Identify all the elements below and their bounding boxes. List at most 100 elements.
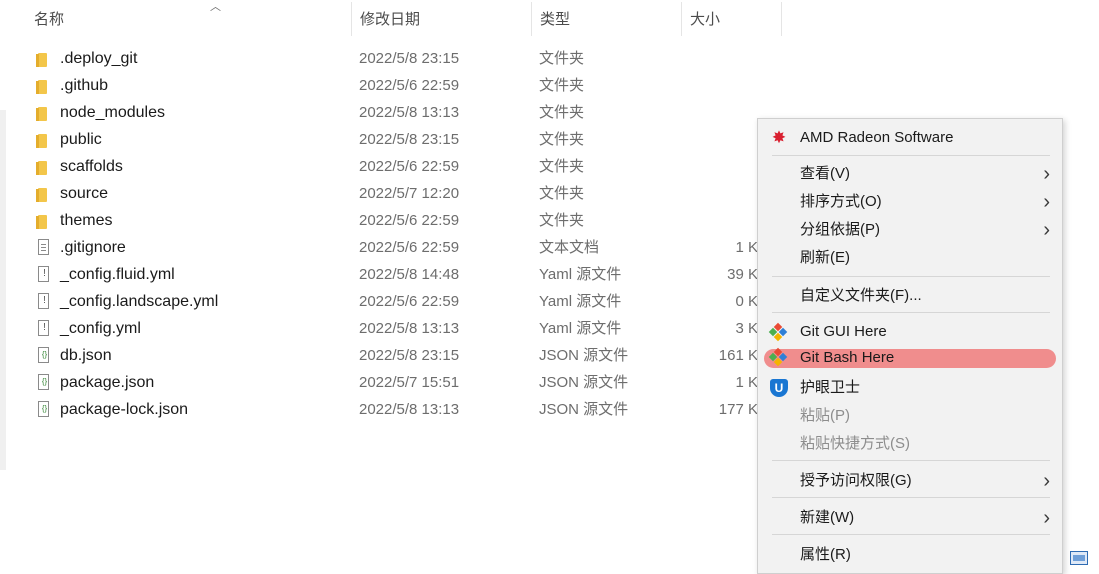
menu-item-git-bash[interactable]: Git Bash Here <box>758 346 1062 374</box>
column-name-label: 名称 <box>34 11 65 28</box>
file-modified: 2022/5/8 13:13 <box>359 104 460 121</box>
file-name: source <box>60 185 109 202</box>
menu-separator <box>772 534 1050 535</box>
file-type: 文件夹 <box>539 212 585 229</box>
menu-item-label: 属性(R) <box>800 546 851 563</box>
chevron-right-icon: › <box>1043 219 1050 241</box>
file-type: Yaml 源文件 <box>539 293 622 310</box>
file-modified: 2022/5/8 13:13 <box>359 320 460 337</box>
menu-item-new[interactable]: 新建(W) › <box>758 504 1062 532</box>
file-type: 文件夹 <box>539 158 585 175</box>
file-name: node_modules <box>60 104 165 121</box>
file-row[interactable]: {} package-lock.json 2022/5/8 13:13 JSON 源文… <box>0 396 760 423</box>
folder-icon <box>36 185 52 203</box>
file-name: _config.yml <box>60 320 141 337</box>
file-modified: 2022/5/6 22:59 <box>359 212 460 229</box>
menu-item-paste-shortcut[interactable]: 粘贴快捷方式(S) <box>758 430 1062 458</box>
file-row[interactable]: {} db.json 2022/5/8 23:15 JSON 源文件 161 K <box>0 342 760 369</box>
file-row[interactable]: .gitignore 2022/5/6 22:59 文本文档 1 K <box>0 234 760 261</box>
file-modified: 2022/5/6 22:59 <box>359 77 460 94</box>
git-gui-icon <box>768 322 788 342</box>
menu-separator <box>772 497 1050 498</box>
menu-item-label: 粘贴(P) <box>800 407 850 424</box>
menu-item-sort-by[interactable]: 排序方式(O) › <box>758 188 1062 216</box>
file-row[interactable]: source 2022/5/7 12:20 文件夹 <box>0 180 760 207</box>
file-modified: 2022/5/7 12:20 <box>359 185 460 202</box>
file-type: 文件夹 <box>539 104 585 121</box>
file-modified: 2022/5/8 13:13 <box>359 401 460 418</box>
file-name: .deploy_git <box>60 50 138 67</box>
menu-item-group-by[interactable]: 分组依据(P) › <box>758 216 1062 244</box>
folder-icon <box>36 77 52 95</box>
menu-item-label: 刷新(E) <box>800 249 850 266</box>
menu-item-view[interactable]: 查看(V) › <box>758 160 1062 188</box>
file-row[interactable]: ! _config.fluid.yml 2022/5/8 14:48 Yaml 源文件… <box>0 261 760 288</box>
file-row[interactable]: ! _config.yml 2022/5/8 13:13 Yaml 源文件 3 K <box>0 315 760 342</box>
context-menu: ✸ AMD Radeon Software 查看(V) › 排序方式(O) › 分组依据(P… <box>757 118 1063 574</box>
menu-separator <box>772 276 1050 277</box>
file-modified: 2022/5/8 23:15 <box>359 50 460 67</box>
column-modified-label: 修改日期 <box>360 11 421 28</box>
file-type: 文本文档 <box>539 239 600 256</box>
menu-item-label: 授予访问权限(G) <box>800 472 912 489</box>
file-size: 177 K <box>718 401 758 418</box>
menu-separator <box>772 155 1050 156</box>
file-row[interactable]: ! _config.landscape.yml 2022/5/6 22:59 Yaml… <box>0 288 760 315</box>
file-modified: 2022/5/6 22:59 <box>359 239 460 256</box>
file-name: scaffolds <box>60 158 123 175</box>
menu-item-label: 护眼卫士 <box>800 379 861 396</box>
file-name: package.json <box>60 374 155 391</box>
menu-item-eye-guard[interactable]: U 护眼卫士 <box>758 374 1062 402</box>
column-header: 名称 ︿ 修改日期 类型 大小 <box>0 0 783 38</box>
file-name: _config.landscape.yml <box>60 293 219 310</box>
folder-icon <box>36 212 52 230</box>
column-name-header[interactable]: 名称 ︿ <box>26 0 352 38</box>
file-size: 0 K <box>735 293 758 310</box>
menu-item-paste[interactable]: 粘贴(P) <box>758 402 1062 430</box>
file-name: .github <box>60 77 109 94</box>
menu-item-label: 排序方式(O) <box>800 193 882 210</box>
file-type: 文件夹 <box>539 131 585 148</box>
menu-separator <box>772 312 1050 313</box>
sort-ascending-icon: ︿ <box>210 1 221 13</box>
file-row[interactable]: public 2022/5/8 23:15 文件夹 <box>0 126 760 153</box>
column-size-header[interactable]: 大小 <box>682 0 782 38</box>
file-name: public <box>60 131 102 148</box>
menu-item-label: 分组依据(P) <box>800 221 880 238</box>
folder-icon <box>36 131 52 149</box>
menu-item-label: Git GUI Here <box>800 323 887 340</box>
file-row[interactable]: .github 2022/5/6 22:59 文件夹 <box>0 72 760 99</box>
file-row[interactable]: .deploy_git 2022/5/8 23:15 文件夹 <box>0 45 760 72</box>
file-size: 39 K <box>727 266 758 283</box>
yaml-file-icon: ! <box>36 320 52 338</box>
chevron-right-icon: › <box>1043 507 1050 529</box>
file-type: Yaml 源文件 <box>539 266 622 283</box>
menu-item-label: 查看(V) <box>800 165 850 182</box>
column-type-header[interactable]: 类型 <box>532 0 682 38</box>
amd-radeon-icon: ✸ <box>771 128 787 147</box>
file-row[interactable]: themes 2022/5/6 22:59 文件夹 <box>0 207 760 234</box>
file-type: JSON 源文件 <box>539 374 629 391</box>
file-row[interactable]: scaffolds 2022/5/6 22:59 文件夹 <box>0 153 760 180</box>
folder-icon <box>36 104 52 122</box>
menu-item-customize-folder[interactable]: 自定义文件夹(F)... <box>758 282 1062 310</box>
menu-item-label: 新建(W) <box>800 509 855 526</box>
column-modified-header[interactable]: 修改日期 <box>352 0 532 38</box>
folder-icon <box>36 158 52 176</box>
menu-separator <box>772 460 1050 461</box>
menu-item-refresh[interactable]: 刷新(E) <box>758 244 1062 272</box>
file-name: _config.fluid.yml <box>60 266 175 283</box>
json-file-icon: {} <box>36 374 52 392</box>
chevron-right-icon: › <box>1043 470 1050 492</box>
taskbar-window-icon[interactable] <box>1070 551 1088 565</box>
file-name: themes <box>60 212 113 229</box>
file-size: 1 K <box>735 374 758 391</box>
file-row[interactable]: {} package.json 2022/5/7 15:51 JSON 源文件 1 K <box>0 369 760 396</box>
menu-item-amd-radeon[interactable]: ✸ AMD Radeon Software <box>758 124 1062 152</box>
file-modified: 2022/5/6 22:59 <box>359 293 460 310</box>
file-row[interactable]: node_modules 2022/5/8 13:13 文件夹 <box>0 99 760 126</box>
menu-item-label: 粘贴快捷方式(S) <box>800 435 910 452</box>
menu-item-give-access[interactable]: 授予访问权限(G) › <box>758 467 1062 495</box>
menu-item-properties[interactable]: 属性(R) <box>758 541 1062 569</box>
menu-item-git-gui[interactable]: Git GUI Here <box>758 318 1062 346</box>
